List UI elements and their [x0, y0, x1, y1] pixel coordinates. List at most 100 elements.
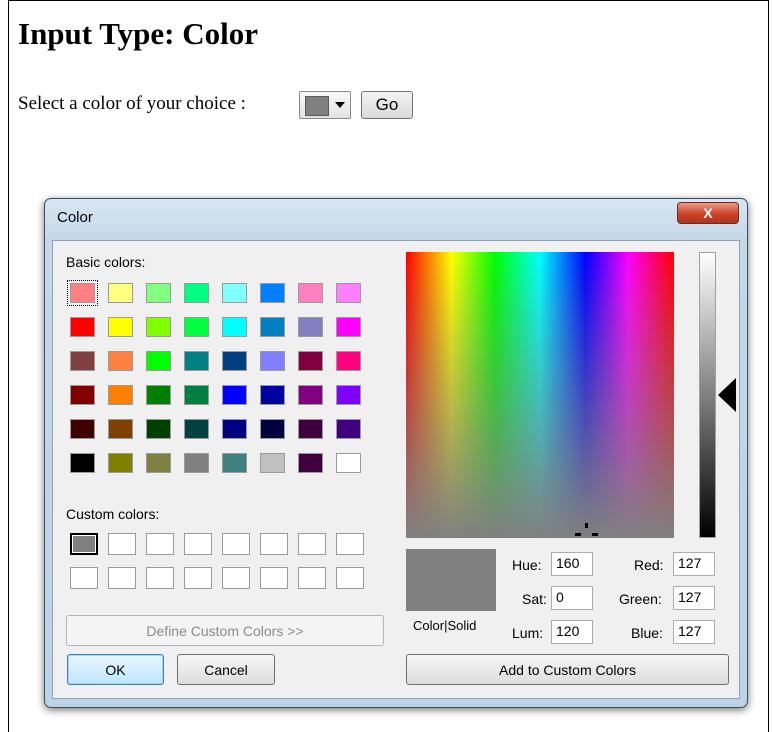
define-custom-colors-button[interactable]: Define Custom Colors >> — [66, 615, 384, 646]
basic-color-swatch[interactable] — [146, 317, 171, 337]
red-field[interactable]: 127 — [673, 552, 715, 576]
basic-color-swatch[interactable] — [184, 453, 209, 473]
color-preview — [406, 549, 496, 611]
custom-color-swatch[interactable] — [108, 533, 136, 555]
basic-color-swatch[interactable] — [70, 317, 95, 337]
basic-color-swatch[interactable] — [222, 419, 247, 439]
lum-field[interactable]: 120 — [551, 620, 593, 644]
basic-color-swatch[interactable] — [336, 283, 361, 303]
go-button[interactable]: Go — [361, 91, 413, 119]
custom-color-swatch[interactable] — [184, 567, 212, 589]
custom-color-swatch[interactable] — [70, 533, 98, 555]
basic-color-swatch[interactable] — [222, 453, 247, 473]
lum-label: Lum: — [512, 625, 544, 641]
basic-color-swatch[interactable] — [260, 351, 285, 371]
custom-color-swatch[interactable] — [108, 567, 136, 589]
basic-color-swatch[interactable] — [184, 351, 209, 371]
basic-color-swatch[interactable] — [184, 317, 209, 337]
crosshair-icon — [585, 523, 588, 528]
sat-label: Sat: — [522, 591, 547, 607]
basic-color-swatch[interactable] — [108, 317, 133, 337]
custom-color-swatch[interactable] — [336, 567, 364, 589]
basic-color-swatch[interactable] — [108, 283, 133, 303]
color-solid-label: Color|Solid — [413, 618, 477, 633]
custom-color-swatch[interactable] — [146, 567, 174, 589]
luminosity-slider[interactable] — [699, 252, 716, 538]
blue-field[interactable]: 127 — [673, 620, 715, 644]
ok-button[interactable]: OK — [67, 654, 164, 685]
custom-color-swatch[interactable] — [336, 533, 364, 555]
basic-color-swatch[interactable] — [260, 283, 285, 303]
basic-color-swatch[interactable] — [146, 385, 171, 405]
basic-color-swatch[interactable] — [70, 385, 95, 405]
basic-color-swatch[interactable] — [67, 280, 98, 306]
basic-color-swatch[interactable] — [146, 283, 171, 303]
basic-color-swatch[interactable] — [298, 283, 323, 303]
basic-color-swatch[interactable] — [298, 317, 323, 337]
basic-color-swatch[interactable] — [336, 385, 361, 405]
blue-label: Blue: — [631, 625, 663, 641]
cancel-button[interactable]: Cancel — [177, 654, 275, 685]
sat-field[interactable]: 0 — [551, 586, 593, 610]
color-dialog: Color X Basic colors: Custom colors: Def… — [44, 198, 748, 708]
dialog-client-area: Basic colors: Custom colors: Define Cust… — [52, 240, 740, 699]
color-input-swatch — [305, 96, 329, 116]
basic-color-swatch[interactable] — [108, 453, 133, 473]
add-to-custom-colors-button[interactable]: Add to Custom Colors — [406, 654, 729, 685]
basic-color-swatch[interactable] — [222, 317, 247, 337]
basic-color-swatch[interactable] — [298, 351, 323, 371]
basic-color-swatch[interactable] — [184, 385, 209, 405]
basic-colors-label: Basic colors: — [66, 254, 146, 270]
dialog-title: Color — [57, 209, 93, 226]
basic-color-swatch[interactable] — [336, 419, 361, 439]
basic-color-swatch[interactable] — [108, 351, 133, 371]
red-label: Red: — [634, 557, 664, 573]
basic-color-swatch[interactable] — [298, 453, 323, 473]
green-label: Green: — [619, 591, 662, 607]
custom-color-swatch[interactable] — [146, 533, 174, 555]
basic-color-swatch[interactable] — [108, 385, 133, 405]
chevron-down-icon — [335, 102, 345, 108]
basic-color-swatch[interactable] — [70, 419, 95, 439]
basic-color-swatch[interactable] — [298, 385, 323, 405]
basic-color-swatch[interactable] — [222, 283, 247, 303]
custom-color-swatch[interactable] — [298, 533, 326, 555]
crosshair-right — [592, 533, 598, 536]
custom-color-swatch[interactable] — [260, 533, 288, 555]
custom-color-swatch[interactable] — [298, 567, 326, 589]
custom-color-swatch[interactable] — [184, 533, 212, 555]
custom-colors-label: Custom colors: — [66, 506, 160, 522]
luminosity-arrow-icon[interactable] — [718, 378, 736, 412]
basic-color-swatch[interactable] — [70, 453, 95, 473]
basic-color-swatch[interactable] — [184, 419, 209, 439]
custom-color-swatch[interactable] — [260, 567, 288, 589]
basic-color-swatch[interactable] — [336, 453, 361, 473]
basic-color-swatch[interactable] — [336, 351, 361, 371]
basic-color-swatch[interactable] — [146, 453, 171, 473]
hue-label: Hue: — [512, 557, 542, 573]
custom-color-swatch[interactable] — [222, 533, 250, 555]
basic-color-swatch[interactable] — [108, 419, 133, 439]
hue-saturation-spectrum[interactable] — [406, 252, 674, 538]
basic-color-swatch[interactable] — [260, 317, 285, 337]
basic-color-swatch[interactable] — [146, 419, 171, 439]
crosshair-left — [575, 533, 581, 536]
basic-color-swatch[interactable] — [260, 453, 285, 473]
basic-color-swatch[interactable] — [298, 419, 323, 439]
basic-color-swatch[interactable] — [184, 283, 209, 303]
close-button[interactable]: X — [677, 202, 739, 224]
basic-color-swatch[interactable] — [222, 385, 247, 405]
color-prompt: Select a color of your choice : — [18, 93, 246, 114]
custom-color-swatch[interactable] — [222, 567, 250, 589]
close-icon: X — [703, 205, 713, 221]
basic-color-swatch[interactable] — [336, 317, 361, 337]
basic-color-swatch[interactable] — [260, 419, 285, 439]
hue-field[interactable]: 160 — [551, 552, 593, 576]
custom-color-swatch[interactable] — [70, 567, 98, 589]
basic-color-swatch[interactable] — [222, 351, 247, 371]
color-input[interactable] — [299, 91, 351, 119]
green-field[interactable]: 127 — [673, 586, 715, 610]
basic-color-swatch[interactable] — [146, 351, 171, 371]
basic-color-swatch[interactable] — [70, 351, 95, 371]
basic-color-swatch[interactable] — [260, 385, 285, 405]
